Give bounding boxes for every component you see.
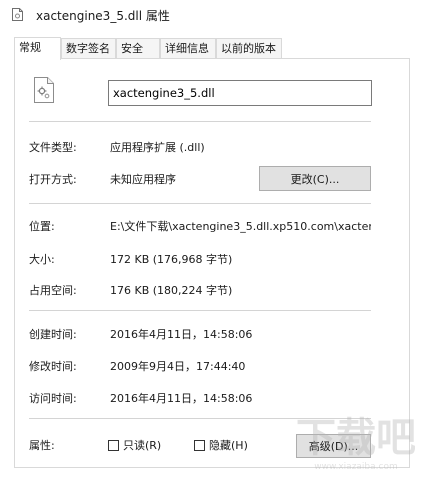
title-bar: xactengine3_5.dll 属性: [0, 0, 421, 30]
attributes-label: 属性:: [29, 439, 55, 452]
tab-security[interactable]: 安全: [116, 38, 160, 58]
accessed-label: 访问时间:: [29, 392, 77, 405]
location-value: E:\文件下载\xactengine3_5.dll.xp510.com\xact…: [110, 220, 371, 233]
size-value: 172 KB (176,968 字节): [110, 253, 233, 266]
separator: [29, 203, 371, 204]
tab-details[interactable]: 详细信息: [160, 38, 216, 58]
dll-file-icon: [12, 8, 23, 21]
hidden-label: 隐藏(H): [209, 439, 248, 452]
file-type-value: 应用程序扩展 (.dll): [110, 141, 205, 154]
separator: [29, 121, 371, 122]
checkbox-box[interactable]: [108, 439, 119, 451]
file-type-label: 文件类型:: [29, 141, 77, 154]
window-title: xactengine3_5.dll 属性: [36, 9, 170, 23]
change-button[interactable]: 更改(C)...: [259, 166, 371, 191]
tab-strip: 常规 数字签名 安全 详细信息 以前的版本: [0, 37, 421, 60]
location-label: 位置:: [29, 220, 55, 233]
size-on-disk-value: 176 KB (180,224 字节): [110, 284, 233, 297]
modified-label: 修改时间:: [29, 360, 77, 373]
separator: [29, 418, 371, 419]
size-label: 大小:: [29, 253, 55, 266]
opens-with-value: 未知应用程序: [110, 173, 176, 186]
accessed-value: 2016年4月11日，14:58:06: [110, 392, 253, 405]
advanced-button[interactable]: 高级(D)...: [296, 434, 371, 458]
size-on-disk-label: 占用空间:: [29, 284, 77, 297]
checkbox-box[interactable]: [194, 439, 205, 451]
tab-previous-versions[interactable]: 以前的版本: [216, 38, 282, 58]
tab-digital-signatures[interactable]: 数字签名: [61, 38, 116, 58]
created-value: 2016年4月11日，14:58:06: [110, 328, 253, 341]
readonly-checkbox[interactable]: 只读(R): [108, 437, 161, 453]
modified-value: 2009年9月4日，17:44:40: [110, 360, 246, 373]
readonly-label: 只读(R): [123, 439, 162, 452]
dll-file-gear-icon: [34, 77, 54, 103]
hidden-checkbox[interactable]: 隐藏(H): [194, 437, 248, 453]
separator: [29, 310, 371, 311]
tab-general[interactable]: 常规: [14, 37, 61, 60]
created-label: 创建时间:: [29, 328, 77, 341]
file-name-input[interactable]: [108, 80, 372, 106]
opens-with-label: 打开方式:: [29, 173, 77, 186]
